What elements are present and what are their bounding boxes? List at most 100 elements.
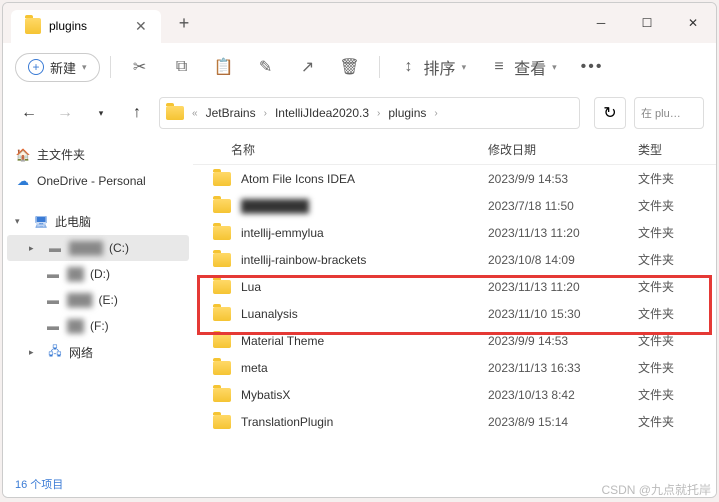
close-button[interactable]: ✕ [670,3,716,43]
table-row[interactable]: MybatisX2023/10/13 8:42文件夹 [193,381,716,408]
col-name[interactable]: 名称 [201,141,488,158]
sort-label: 排序 [424,55,456,79]
drive-blur: ████ [69,241,103,255]
table-row[interactable]: Atom File Icons IDEA2023/9/9 14:53文件夹 [193,165,716,192]
table-row[interactable]: Lua2023/11/13 11:20文件夹 [193,273,716,300]
drive-blur: ██ [67,319,84,333]
table-row[interactable]: intellij-rainbow-brackets2023/10/8 14:09… [193,246,716,273]
separator [379,56,380,78]
folder-icon [213,361,231,375]
network-icon: 🖧 [47,345,63,361]
sidebar-network[interactable]: ▸ 🖧 网络 [7,339,189,366]
row-name: Luanalysis [241,307,488,321]
col-type[interactable]: 类型 [638,141,708,158]
sidebar-label: 此电脑 [55,213,91,230]
more-icon: ••• [581,58,604,76]
monitor-icon: 🖥 [33,214,49,230]
breadcrumb-seg[interactable]: plugins [384,104,430,122]
folder-icon [213,334,231,348]
rows-container: Atom File Icons IDEA2023/9/9 14:53文件夹███… [193,165,716,471]
separator [110,56,111,78]
sidebar-onedrive[interactable]: ☁ OneDrive - Personal [7,168,189,194]
row-date: 2023/8/9 15:14 [488,415,638,429]
explorer-window: plugins ✕ + ─ ☐ ✕ + 新建 ▾ ✂ ⧉ 📋 ✎ ↗ 🗑 ↕ 排… [2,2,717,498]
toolbar: + 新建 ▾ ✂ ⧉ 📋 ✎ ↗ 🗑 ↕ 排序 ▾ ≡ 查看 ▾ ••• [3,43,716,91]
row-name: TranslationPlugin [241,415,488,429]
cut-button[interactable]: ✂ [121,52,159,82]
row-name: intellij-rainbow-brackets [241,253,488,267]
chevron-right-icon[interactable]: ▸ [29,243,41,254]
status-text: 16 个项目 [15,476,63,492]
sidebar-label: (C:) [109,241,129,255]
sidebar-drive-f[interactable]: ▬ ██ (F:) [7,313,189,339]
delete-button[interactable]: 🗑 [331,52,369,82]
copy-icon: ⧉ [173,58,191,76]
tab-plugins[interactable]: plugins ✕ [11,10,161,43]
row-name: intellij-emmylua [241,226,488,240]
table-row[interactable]: intellij-emmylua2023/11/13 11:20文件夹 [193,219,716,246]
table-row[interactable]: Luanalysis2023/11/10 15:30文件夹 [193,300,716,327]
forward-button[interactable]: → [51,99,79,127]
refresh-button[interactable]: ↻ [594,97,626,129]
chevron-right-icon: › [434,108,437,119]
new-button[interactable]: + 新建 ▾ [15,53,100,82]
sidebar-label: (D:) [90,267,110,281]
chevron-down-icon: ▾ [552,62,557,73]
chevron-right-icon[interactable]: ▸ [29,347,41,358]
view-icon: ≡ [490,58,508,76]
folder-icon [213,280,231,294]
folder-icon [213,415,231,429]
folder-icon [166,106,184,120]
row-date: 2023/9/9 14:53 [488,334,638,348]
row-date: 2023/10/13 8:42 [488,388,638,402]
folder-icon [213,172,231,186]
table-row[interactable]: TranslationPlugin2023/8/9 15:14文件夹 [193,408,716,435]
sidebar-thispc[interactable]: ▾ 🖥 此电脑 [7,208,189,235]
nav-row: ← → ▾ ↑ « JetBrains › IntelliJIdea2020.3… [3,91,716,135]
sidebar-drive-e[interactable]: ▬ ███ (E:) [7,287,189,313]
table-row[interactable]: Material Theme2023/9/9 14:53文件夹 [193,327,716,354]
sidebar-home[interactable]: 🏠 主文件夹 [7,141,189,168]
drive-icon: ▬ [45,318,61,334]
col-date[interactable]: 修改日期 [488,141,638,158]
breadcrumb-seg[interactable]: JetBrains [202,104,260,122]
more-button[interactable]: ••• [571,52,614,82]
view-button[interactable]: ≡ 查看 ▾ [480,49,567,85]
rename-button[interactable]: ✎ [247,52,285,82]
breadcrumb-seg[interactable]: IntelliJIdea2020.3 [271,104,373,122]
drive-blur: ███ [67,293,93,307]
back-button[interactable]: ← [15,99,43,127]
chevron-down-icon: ▾ [82,62,87,73]
new-label: 新建 [50,58,76,77]
chevron-right-icon: › [264,108,267,119]
search-placeholder: 在 plu… [641,105,681,121]
chevron-right-icon: › [377,108,380,119]
table-row[interactable]: meta2023/11/13 16:33文件夹 [193,354,716,381]
row-type: 文件夹 [638,305,708,322]
minimize-button[interactable]: ─ [578,3,624,43]
folder-icon [213,226,231,240]
search-input[interactable]: 在 plu… [634,97,704,129]
plus-icon: + [28,59,44,75]
chevron-down-icon[interactable]: ▾ [15,216,27,227]
maximize-button[interactable]: ☐ [624,3,670,43]
close-tab-icon[interactable]: ✕ [135,18,147,35]
chevron-down-icon[interactable]: ▾ [87,99,115,127]
copy-button[interactable]: ⧉ [163,52,201,82]
share-button[interactable]: ↗ [289,52,327,82]
watermark: CSDN @九点就托岸 [601,481,711,498]
row-name: ████████ [241,199,488,213]
chevron-right-icon: « [192,108,198,119]
table-row[interactable]: ████████2023/7/18 11:50文件夹 [193,192,716,219]
drive-blur: ██ [67,267,84,281]
new-tab-button[interactable]: + [171,9,198,38]
breadcrumb[interactable]: « JetBrains › IntelliJIdea2020.3 › plugi… [159,97,580,129]
sort-button[interactable]: ↕ 排序 ▾ [390,49,477,85]
paste-button[interactable]: 📋 [205,52,243,82]
up-button[interactable]: ↑ [123,99,151,127]
sidebar-drive-c[interactable]: ▸ ▬ ████ (C:) [7,235,189,261]
column-headers: 名称 修改日期 类型 [193,135,716,165]
folder-icon [213,388,231,402]
row-date: 2023/11/10 15:30 [488,307,638,321]
sidebar-drive-d[interactable]: ▬ ██ (D:) [7,261,189,287]
